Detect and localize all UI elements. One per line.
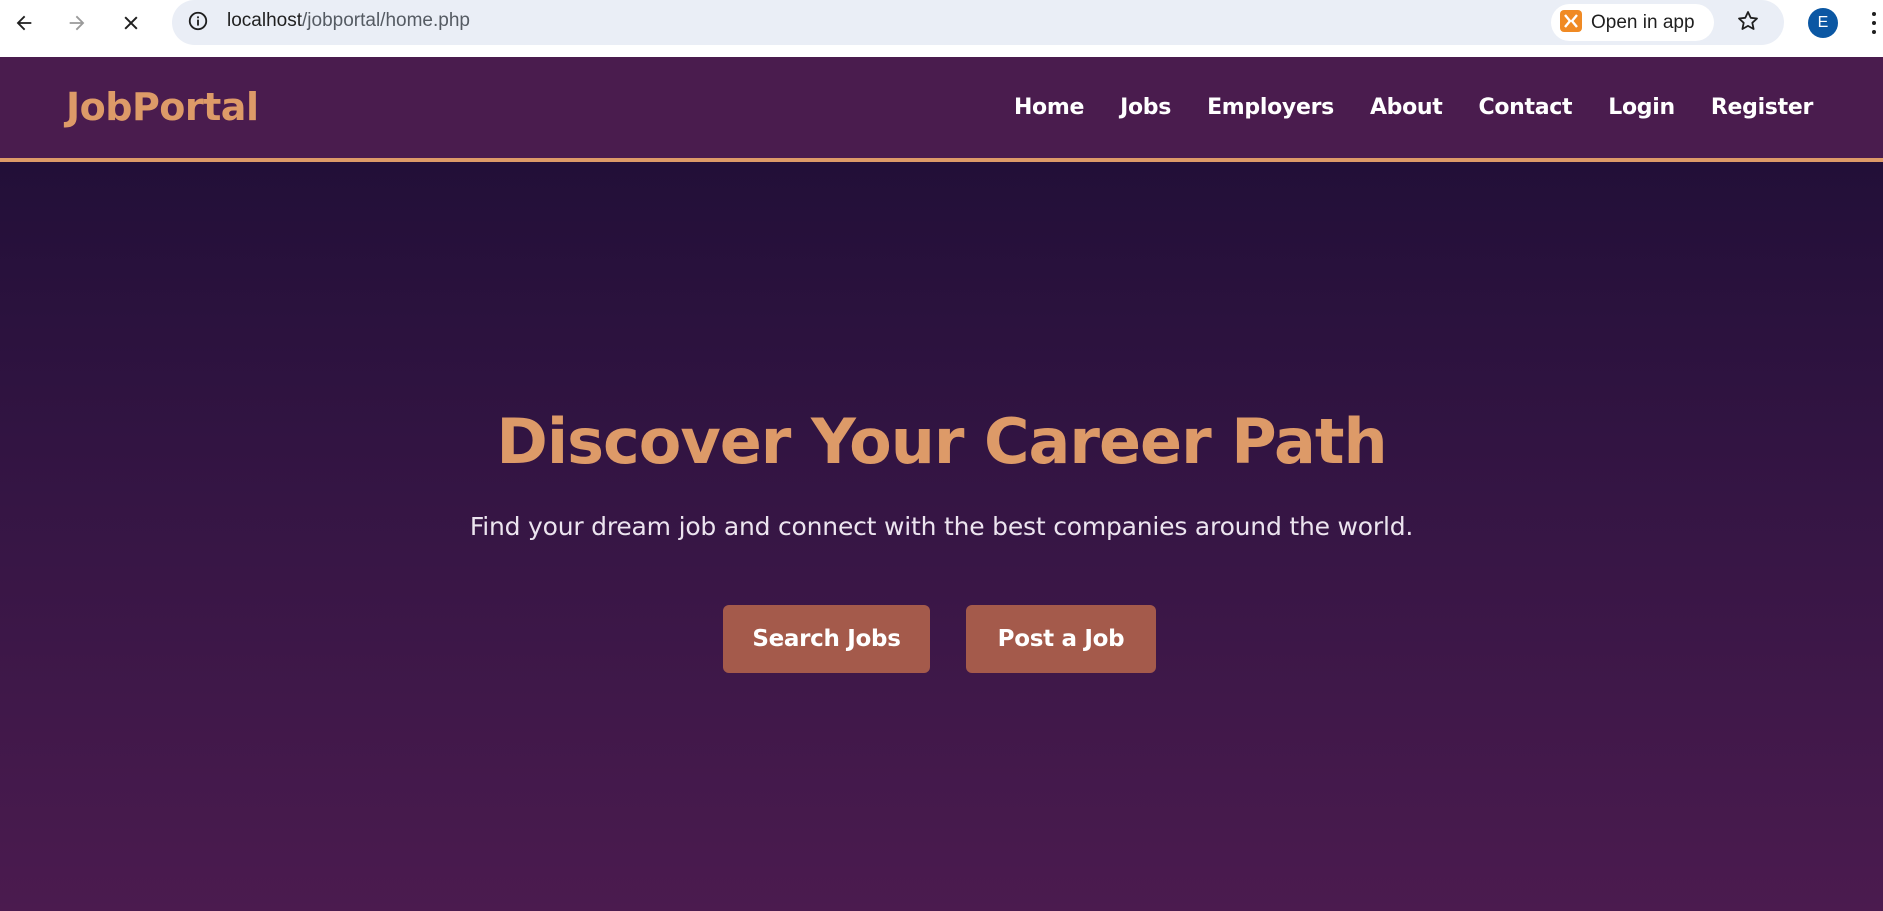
open-in-app-label: Open in app [1591, 11, 1695, 33]
url-host: localhost [227, 10, 302, 31]
hero-title: Discover Your Career Path [496, 405, 1387, 478]
more-vertical-icon[interactable] [1868, 10, 1880, 36]
post-job-button[interactable]: Post a Job [966, 605, 1156, 673]
hero-section: Discover Your Career Path Find your drea… [0, 162, 1883, 911]
star-icon [1736, 9, 1760, 37]
open-in-app-button[interactable]: Open in app [1551, 4, 1714, 41]
stop-loading-button[interactable] [114, 6, 148, 40]
xampp-app-icon [1559, 9, 1583, 37]
site-logo[interactable]: JobPortal [66, 85, 259, 129]
nav-link-register[interactable]: Register [1711, 95, 1813, 120]
arrow-right-icon [66, 12, 88, 34]
address-bar[interactable]: localhost/jobportal/home.php [172, 0, 1784, 45]
url-text[interactable]: localhost/jobportal/home.php [227, 10, 470, 32]
nav-link-login[interactable]: Login [1608, 95, 1675, 120]
back-button[interactable] [7, 6, 41, 40]
site-header: JobPortal Home Jobs Employers About Cont… [0, 57, 1883, 162]
profile-avatar[interactable]: E [1808, 8, 1838, 38]
arrow-left-icon [13, 12, 35, 34]
close-icon [121, 13, 141, 33]
browser-toolbar: localhost/jobportal/home.php Open in app… [0, 0, 1883, 46]
search-jobs-button[interactable]: Search Jobs [723, 605, 930, 673]
info-icon [187, 10, 209, 36]
nav-link-contact[interactable]: Contact [1479, 95, 1573, 120]
url-path: /jobportal/home.php [302, 10, 470, 31]
nav-link-employers[interactable]: Employers [1207, 95, 1334, 120]
nav-link-jobs[interactable]: Jobs [1120, 95, 1171, 120]
forward-button[interactable] [60, 6, 94, 40]
main-nav: Home Jobs Employers About Contact Login … [978, 95, 1813, 120]
hero-subtitle: Find your dream job and connect with the… [469, 512, 1414, 541]
bookmark-button[interactable] [1733, 8, 1763, 38]
nav-link-home[interactable]: Home [1014, 95, 1084, 120]
nav-link-about[interactable]: About [1370, 95, 1443, 120]
site-info-button[interactable] [184, 9, 212, 37]
